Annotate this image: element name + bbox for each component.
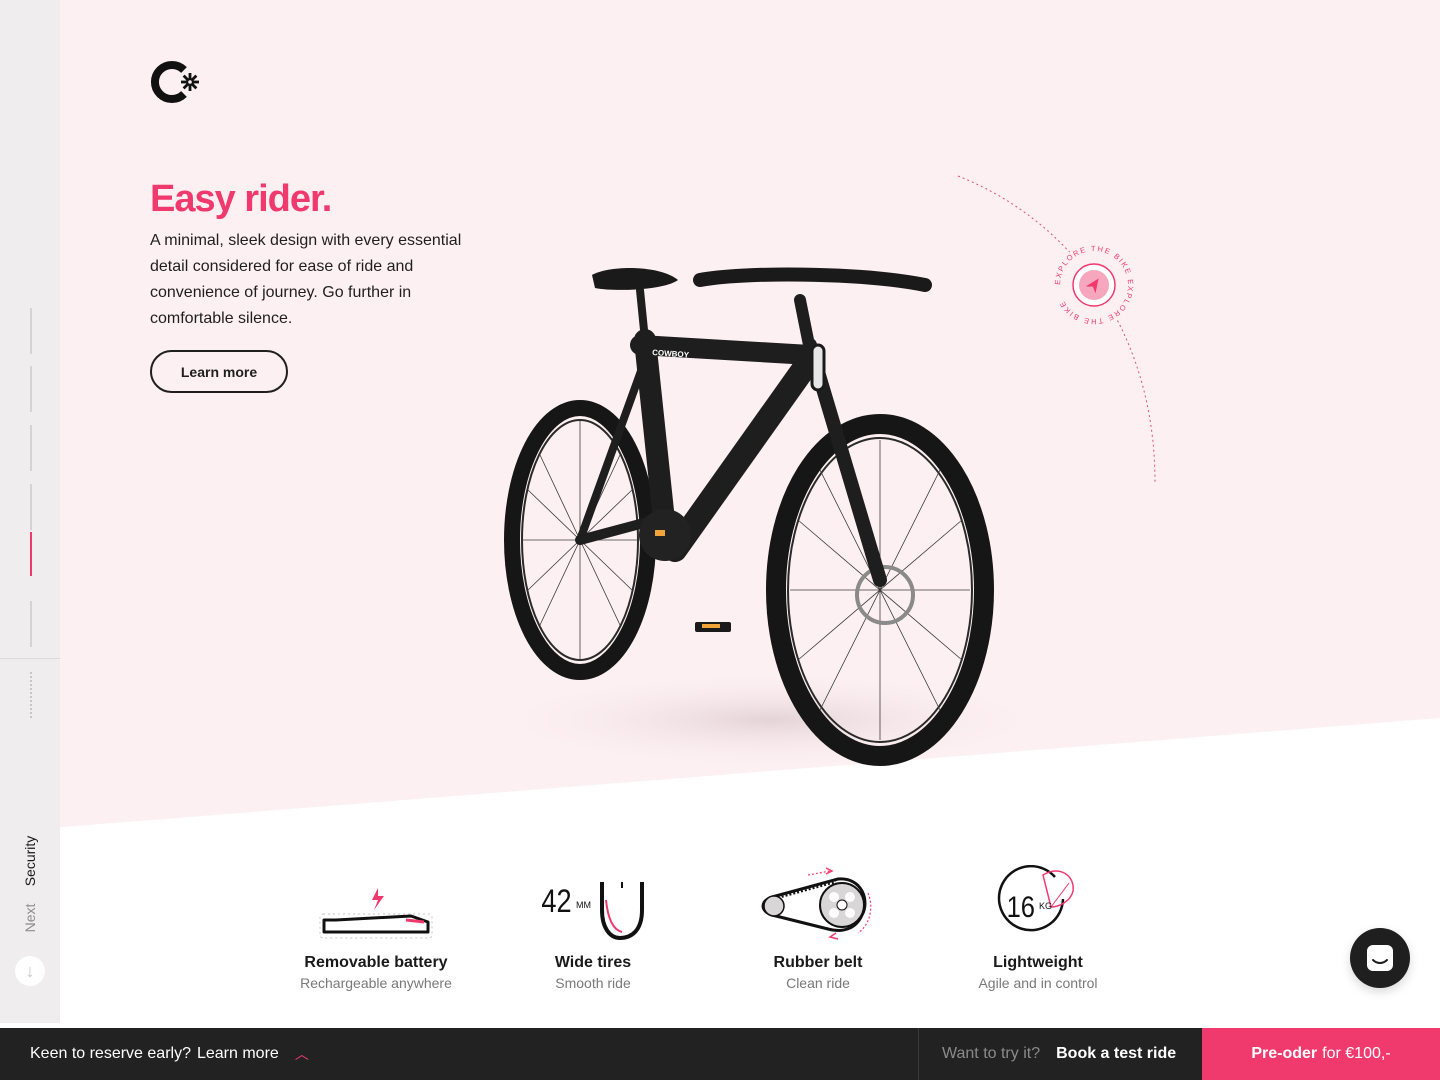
feature-battery: Removable battery Rechargeable anywhere	[266, 860, 486, 991]
preorder-price-label: for €100,-	[1322, 1045, 1391, 1062]
reserve-learn-more-link[interactable]: Learn more	[197, 1045, 279, 1063]
progress-segment-2[interactable]	[30, 366, 32, 412]
cowboy-logo-icon[interactable]	[150, 58, 202, 106]
hero-description: A minimal, sleek design with every essen…	[150, 232, 462, 327]
tire-unit: MM	[576, 900, 591, 910]
belt-icon	[708, 860, 928, 950]
bottom-bar: Keen to reserve early? Learn more ︿ Want…	[0, 1028, 1440, 1080]
book-test-ride-link[interactable]: Book a test ride	[1056, 1045, 1176, 1063]
feature-title: Lightweight	[993, 954, 1083, 971]
hero-title: Easy rider.	[150, 178, 332, 220]
feature-belt: Rubber belt Clean ride	[708, 860, 928, 991]
explore-the-bike-badge[interactable]: EXPLORE THE BIKE EXPLORE THE BIKE	[1052, 243, 1136, 327]
feature-subtitle: Clean ride	[786, 975, 850, 991]
bike-image: COWBOY	[480, 267, 1040, 770]
progress-segment-3[interactable]	[30, 425, 32, 471]
feature-lightweight: 16 KG Lightweight Agile and in control	[928, 860, 1148, 991]
feature-title: Removable battery	[304, 954, 448, 971]
reserve-section: Keen to reserve early? Learn more ︿	[30, 1028, 309, 1080]
weight-value: 16	[1007, 890, 1035, 923]
test-ride-section: Want to try it? Book a test ride	[942, 1028, 1176, 1080]
battery-icon	[266, 860, 486, 950]
try-question: Want to try it?	[942, 1045, 1041, 1062]
learn-more-button[interactable]: Learn more	[150, 350, 288, 393]
preorder-bold-label: Pre-oder	[1251, 1045, 1318, 1062]
preorder-button[interactable]: Pre-oder for €100,-	[1202, 1028, 1440, 1080]
feature-title: Rubber belt	[773, 954, 863, 971]
chat-button[interactable]	[1350, 928, 1410, 988]
progress-dots	[30, 672, 32, 718]
features-row: Removable battery Rechargeable anywhere …	[0, 860, 1440, 1010]
feature-tires: 42 MM Wide tires Smooth ride	[483, 860, 703, 991]
progress-segment-4[interactable]	[30, 484, 32, 530]
progress-segment-5[interactable]	[30, 532, 32, 576]
tire-icon: 42 MM	[483, 860, 703, 950]
feature-subtitle: Smooth ride	[555, 975, 631, 991]
tire-value: 42	[541, 884, 571, 920]
sidebar-divider	[0, 658, 60, 659]
progress-segment-1[interactable]	[30, 308, 32, 354]
chat-icon	[1367, 945, 1393, 971]
progress-segment-6[interactable]	[30, 601, 32, 647]
feather-icon: 16 KG	[928, 860, 1148, 950]
feature-title: Wide tires	[554, 954, 632, 971]
reserve-question: Keen to reserve early?	[30, 1045, 191, 1062]
feature-subtitle: Rechargeable anywhere	[300, 975, 452, 991]
feature-subtitle: Agile and in control	[978, 975, 1098, 991]
bottom-bar-divider	[918, 1028, 919, 1080]
chevron-up-icon[interactable]: ︿	[295, 1044, 309, 1064]
weight-unit: KG	[1039, 901, 1052, 911]
